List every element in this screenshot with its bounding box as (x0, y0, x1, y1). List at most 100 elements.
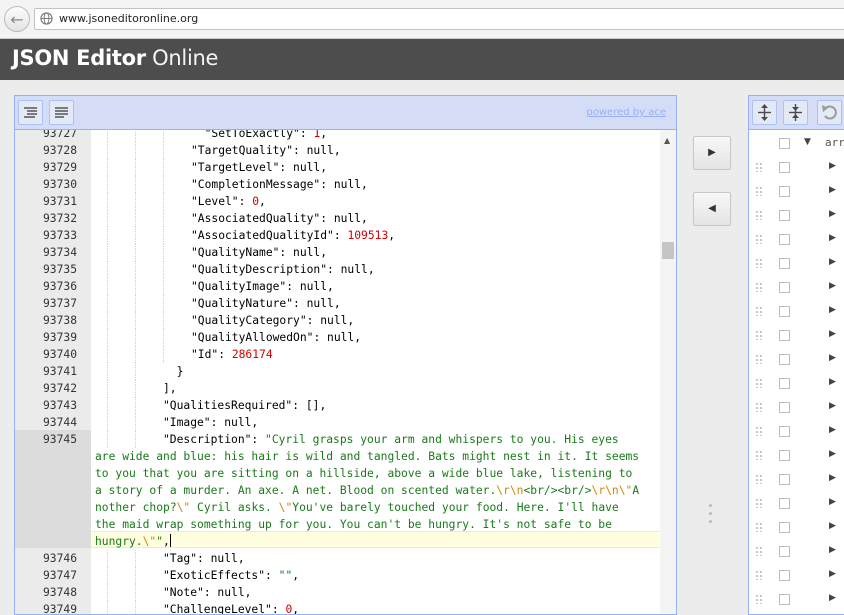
tree-node[interactable]: ▶ (749, 395, 844, 419)
tree-node[interactable]: ▶ (749, 443, 844, 467)
tree-node[interactable]: ▶ (749, 515, 844, 539)
expand-triangle-icon[interactable]: ▶ (829, 281, 836, 291)
select-checkbox[interactable] (779, 234, 790, 245)
code-line[interactable]: 93740 "Id": 286174 (15, 346, 660, 363)
tree-node[interactable]: ▼ arr (749, 131, 844, 155)
select-checkbox[interactable] (779, 450, 790, 461)
expand-triangle-icon[interactable]: ▶ (829, 161, 836, 171)
back-button[interactable]: ← (4, 6, 30, 32)
code-line[interactable]: hungry.\"", (15, 533, 660, 550)
select-checkbox[interactable] (779, 570, 790, 581)
code-line[interactable]: nother chop?\" Cyril asks. \"You've bare… (15, 499, 660, 516)
code-line[interactable]: 93728 "TargetQuality": null, (15, 142, 660, 159)
select-checkbox[interactable] (779, 282, 790, 293)
drag-handle-icon[interactable] (755, 162, 763, 172)
code-line[interactable]: a story of a murder. An axe. A net. Bloo… (15, 482, 660, 499)
code-line[interactable]: 93733 "AssociatedQualityId": 109513, (15, 227, 660, 244)
tree-node[interactable]: ▶ (749, 203, 844, 227)
expand-triangle-icon[interactable]: ▶ (829, 209, 836, 219)
select-checkbox[interactable] (779, 258, 790, 269)
expand-all-button[interactable] (752, 100, 777, 125)
expand-triangle-icon[interactable]: ▶ (829, 329, 836, 339)
tree-node[interactable]: ▶ (749, 227, 844, 251)
code-line[interactable]: 93744 "Image": null, (15, 414, 660, 431)
code-line[interactable]: 93730 "CompletionMessage": null, (15, 176, 660, 193)
code-line[interactable]: 93746 "Tag": null, (15, 550, 660, 567)
code-line[interactable]: 93739 "QualityAllowedOn": null, (15, 329, 660, 346)
copy-to-right-button[interactable]: ▶ (693, 136, 731, 170)
tree-node[interactable]: ▶ (749, 587, 844, 611)
select-checkbox[interactable] (779, 186, 790, 197)
select-checkbox[interactable] (779, 522, 790, 533)
tree-node[interactable]: ▶ (749, 179, 844, 203)
panel-splitter-handle[interactable] (709, 504, 713, 530)
expand-triangle-icon[interactable]: ▶ (829, 497, 836, 507)
select-checkbox[interactable] (779, 546, 790, 557)
tree-node[interactable]: ▶ (749, 275, 844, 299)
select-checkbox[interactable] (779, 138, 790, 149)
expand-triangle-icon[interactable]: ▶ (829, 305, 836, 315)
code-line[interactable]: 93735 "QualityDescription": null, (15, 261, 660, 278)
tree-node[interactable]: ▶ (749, 251, 844, 275)
drag-handle-icon[interactable] (755, 426, 763, 436)
drag-handle-icon[interactable] (755, 186, 763, 196)
code-line[interactable]: 93729 "TargetLevel": null, (15, 159, 660, 176)
expand-triangle-icon[interactable]: ▶ (829, 401, 836, 411)
select-checkbox[interactable] (779, 498, 790, 509)
drag-handle-icon[interactable] (755, 234, 763, 244)
select-checkbox[interactable] (779, 330, 790, 341)
expand-triangle-icon[interactable]: ▶ (829, 593, 836, 603)
tree-node[interactable]: ▶ (749, 347, 844, 371)
compact-button[interactable] (49, 100, 74, 125)
expand-triangle-icon[interactable]: ▶ (829, 545, 836, 555)
url-field[interactable]: www.jsoneditoronline.org (34, 8, 844, 30)
select-checkbox[interactable] (779, 426, 790, 437)
drag-handle-icon[interactable] (755, 570, 763, 580)
drag-handle-icon[interactable] (755, 402, 763, 412)
code-line[interactable]: 93732 "AssociatedQuality": null, (15, 210, 660, 227)
expand-triangle-icon[interactable]: ▶ (829, 377, 836, 387)
code-line[interactable]: 93742], (15, 380, 660, 397)
drag-handle-icon[interactable] (755, 330, 763, 340)
code-line[interactable]: 93737 "QualityNature": null, (15, 295, 660, 312)
expand-triangle-icon[interactable]: ▶ (829, 425, 836, 435)
expand-triangle-icon[interactable]: ▶ (829, 449, 836, 459)
expand-triangle-icon[interactable]: ▶ (829, 185, 836, 195)
drag-handle-icon[interactable] (755, 450, 763, 460)
code-line[interactable]: 93736 "QualityImage": null, (15, 278, 660, 295)
tree-node[interactable]: ▶ (749, 371, 844, 395)
expand-triangle-icon[interactable]: ▶ (829, 353, 836, 363)
select-checkbox[interactable] (779, 402, 790, 413)
tree-node[interactable]: ▶ (749, 467, 844, 491)
collapse-triangle-icon[interactable]: ▼ (804, 137, 811, 147)
tree-node[interactable]: ▶ (749, 539, 844, 563)
drag-handle-icon[interactable] (755, 258, 763, 268)
scrollbar-thumb[interactable] (662, 242, 674, 259)
code-line[interactable]: to you that you are sitting on a hillsid… (15, 465, 660, 482)
drag-handle-icon[interactable] (755, 546, 763, 556)
select-checkbox[interactable] (779, 210, 790, 221)
code-line[interactable]: 93745 "Description": "Cyril grasps your a… (15, 431, 660, 448)
code-text-area[interactable]: 93727 "SetToExactly": 1, 93728 "TargetQual… (15, 130, 660, 614)
tree-node[interactable]: ▶ (749, 299, 844, 323)
drag-handle-icon[interactable] (755, 354, 763, 364)
drag-handle-icon[interactable] (755, 282, 763, 292)
select-checkbox[interactable] (779, 474, 790, 485)
tree-node[interactable]: ▶ (749, 419, 844, 443)
code-line[interactable]: 93738 "QualityCategory": null, (15, 312, 660, 329)
drag-handle-icon[interactable] (755, 306, 763, 316)
drag-handle-icon[interactable] (755, 210, 763, 220)
select-checkbox[interactable] (779, 378, 790, 389)
select-checkbox[interactable] (779, 162, 790, 173)
format-button[interactable] (18, 100, 43, 125)
code-line[interactable]: 93731 "Level": 0, (15, 193, 660, 210)
code-line[interactable]: 93734 "QualityName": null, (15, 244, 660, 261)
code-line[interactable]: 93743 "QualitiesRequired": [], (15, 397, 660, 414)
copy-to-left-button[interactable]: ◀ (693, 192, 731, 226)
powered-by-ace-link[interactable]: powered by ace (586, 107, 666, 118)
expand-triangle-icon[interactable]: ▶ (829, 233, 836, 243)
tree-node[interactable]: ▶ (749, 323, 844, 347)
drag-handle-icon[interactable] (755, 498, 763, 508)
code-line[interactable]: are wide and blue: his hair is wild and … (15, 448, 660, 465)
drag-handle-icon[interactable] (755, 474, 763, 484)
